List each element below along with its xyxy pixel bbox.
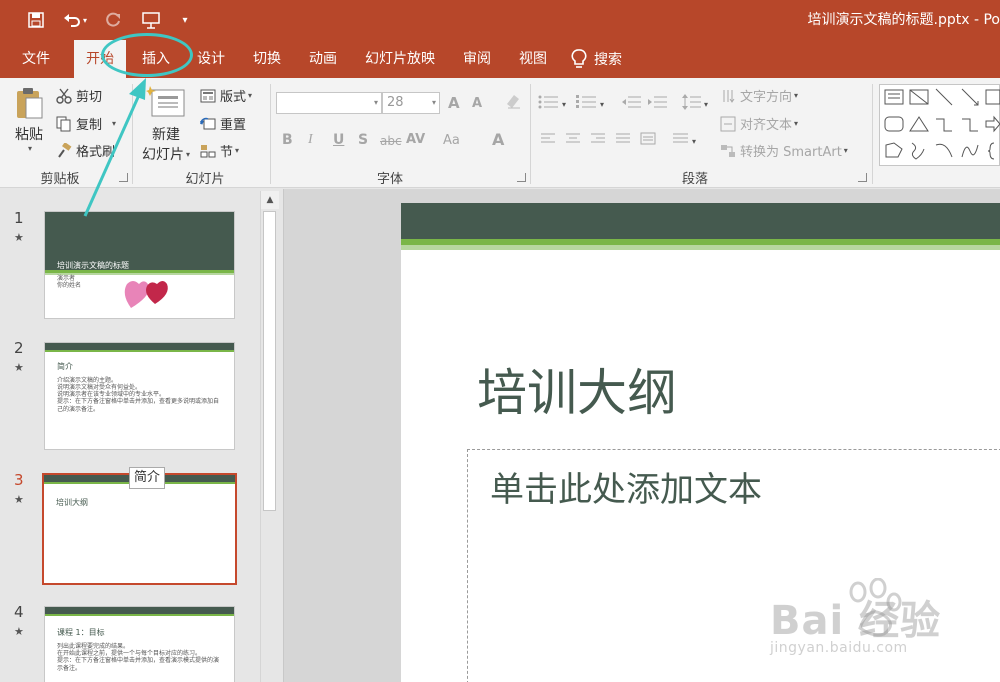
- watermark-main: Bai 经验: [770, 598, 942, 644]
- baidu-watermark: Bai 经验 jingyan.baidu.com: [770, 578, 1000, 678]
- watermark-sub: jingyan.baidu.com: [770, 640, 908, 656]
